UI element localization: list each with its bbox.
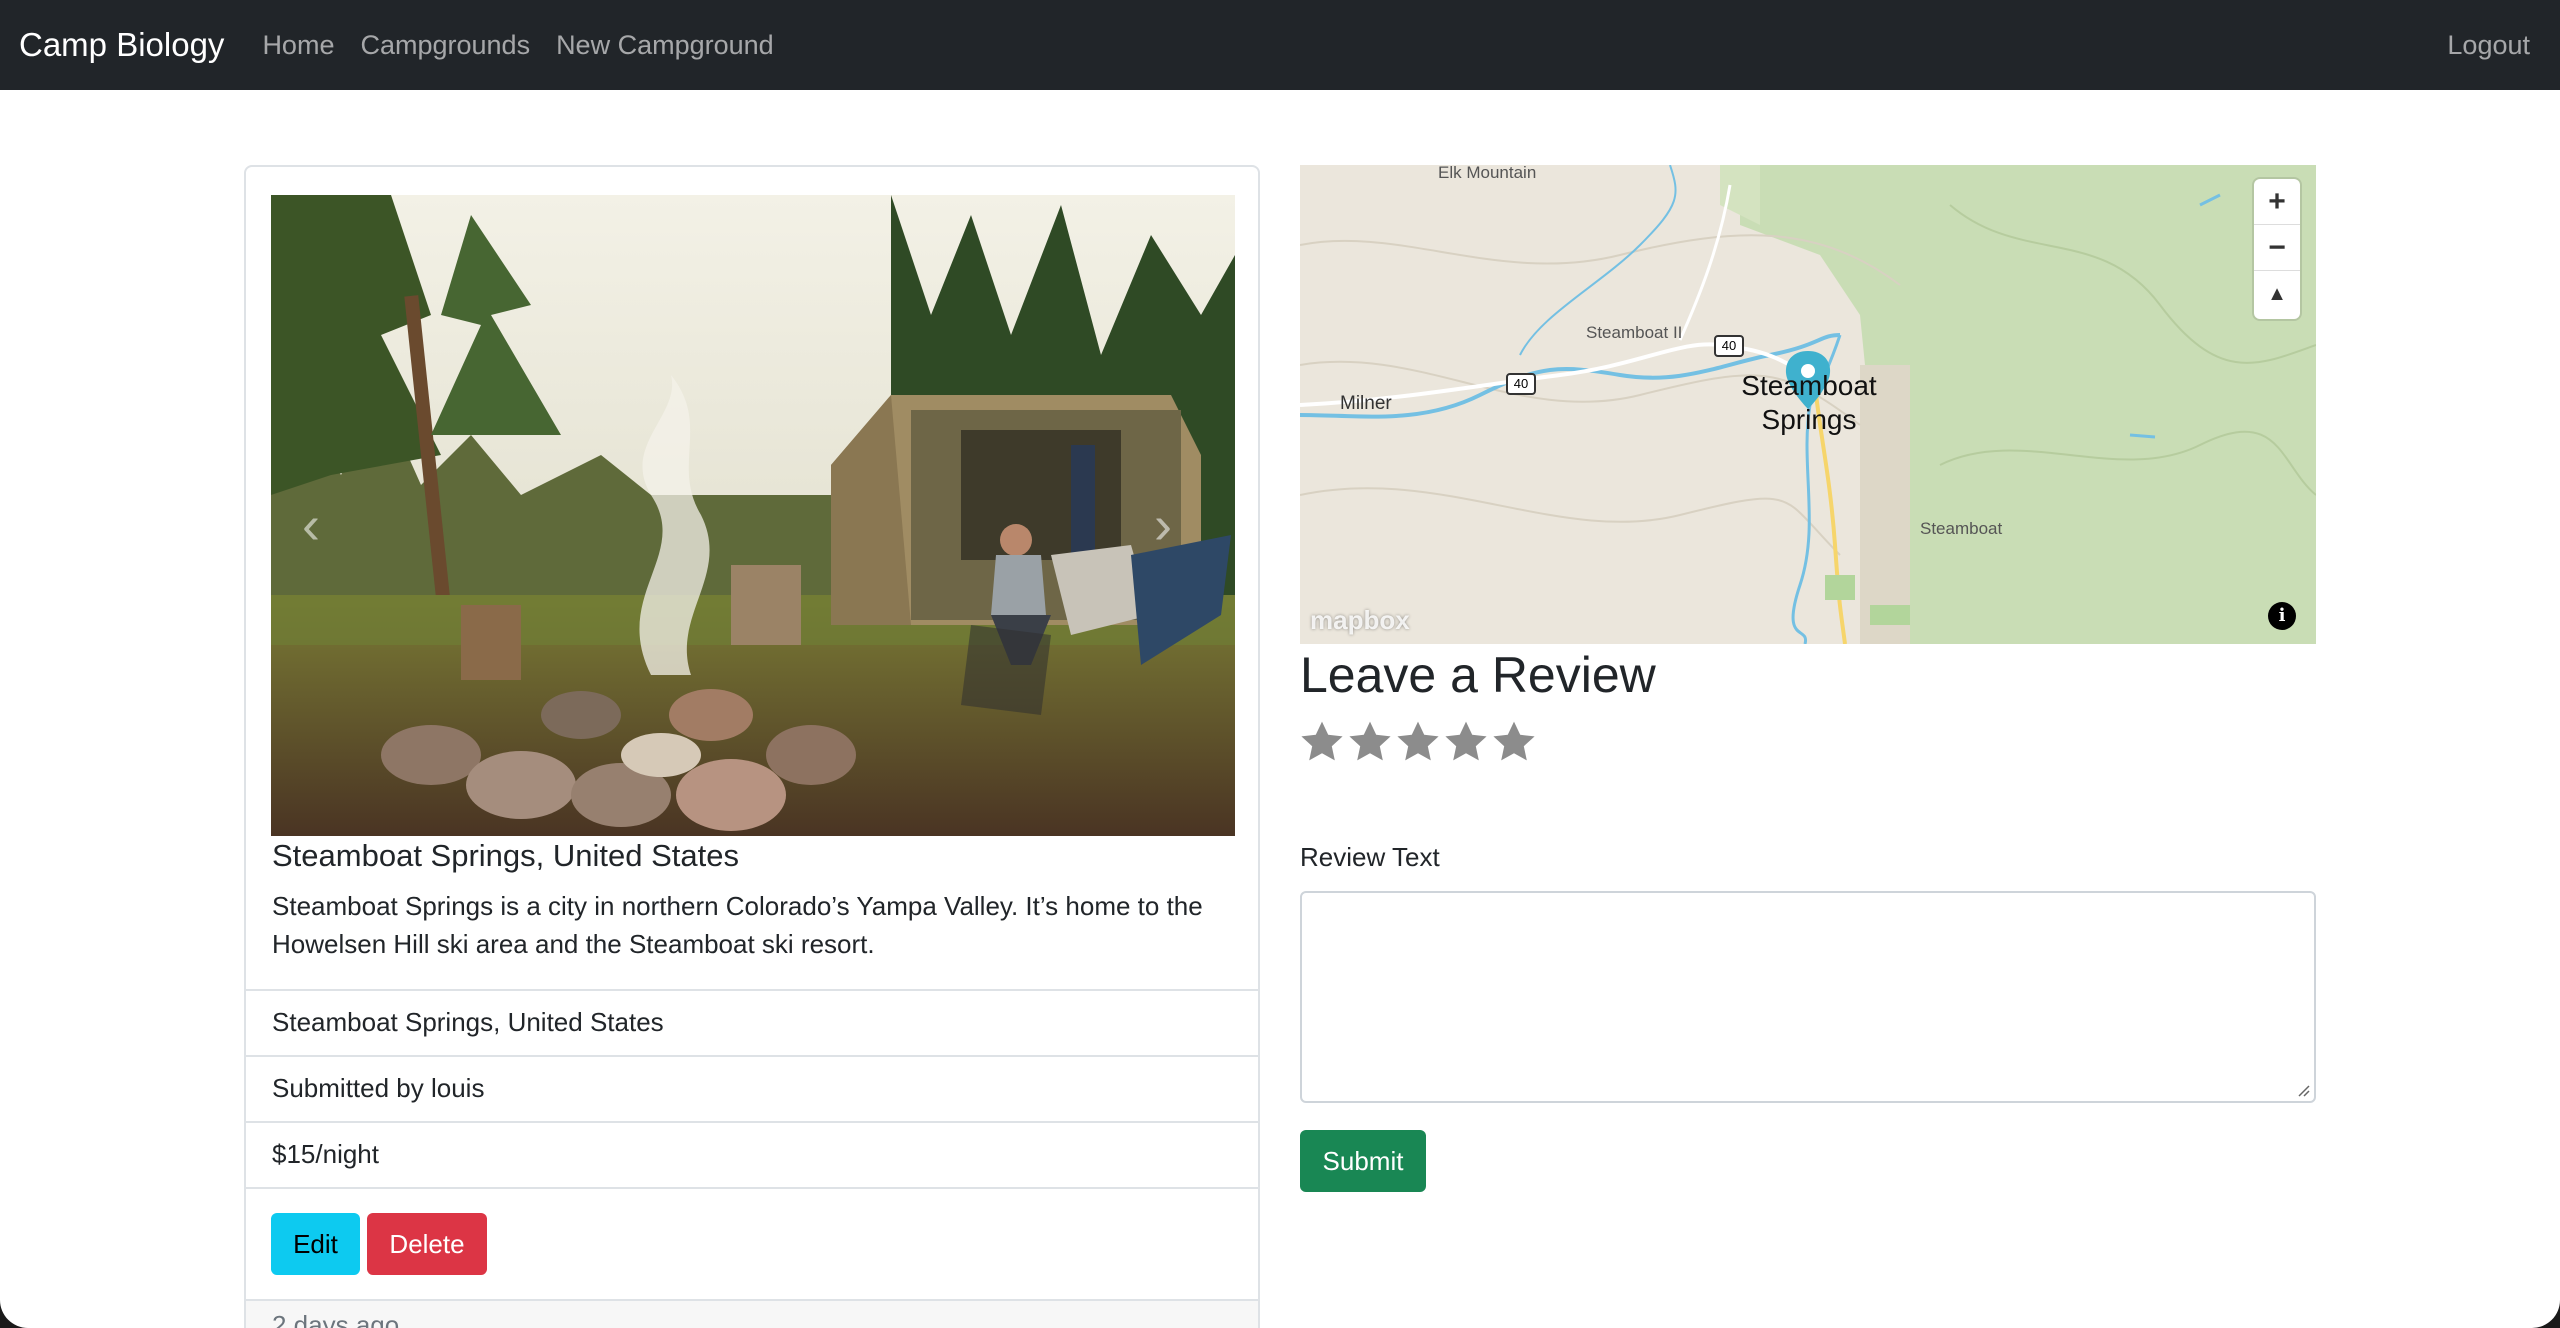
submit-button[interactable]: Submit — [1300, 1130, 1426, 1192]
info-icon[interactable]: i — [2268, 602, 2296, 630]
nav-home-link[interactable]: Home — [262, 30, 334, 61]
mapbox-logo[interactable]: mapbox — [1310, 605, 1410, 636]
map-label-elk-mountain: Elk Mountain — [1438, 165, 1537, 182]
resize-grip-icon[interactable] — [2296, 1083, 2310, 1097]
campground-title: Steamboat Springs, United States — [272, 838, 739, 873]
map-label-steamboat: Steamboat — [1920, 519, 2003, 538]
carousel-prev-button[interactable]: ‹ — [291, 495, 331, 555]
campground-photo — [271, 195, 1235, 836]
map-city-label: Steamboat Springs — [1736, 369, 1882, 437]
zoom-in-button[interactable]: + — [2254, 179, 2300, 225]
card-footer: 2 days ago — [246, 1299, 1258, 1328]
campground-author: Submitted by louis — [246, 1055, 1258, 1121]
brand-link[interactable]: Camp Biology — [19, 26, 224, 64]
star-icon[interactable] — [1298, 718, 1346, 766]
map-label-steamboat-ii: Steamboat II — [1586, 323, 1683, 342]
zoom-out-button[interactable]: − — [2254, 225, 2300, 271]
nav-campgrounds-link[interactable]: Campgrounds — [360, 30, 530, 61]
review-text-label: Review Text — [1300, 842, 1440, 872]
map-city-line-1: Steamboat — [1741, 370, 1877, 401]
star-icon[interactable] — [1442, 718, 1490, 766]
map[interactable]: Elk Mountain Steamboat II Milner Steambo… — [1300, 165, 2316, 644]
carousel-next-button[interactable]: › — [1143, 495, 1183, 555]
edit-button[interactable]: Edit — [271, 1213, 360, 1275]
compass-icon[interactable]: ▲ — [2254, 271, 2300, 317]
nav-new-campground-link[interactable]: New Campground — [556, 30, 774, 61]
star-icon[interactable] — [1394, 718, 1442, 766]
highway-shield-icon: 40 — [1506, 373, 1536, 395]
image-carousel[interactable]: ‹ › — [271, 195, 1235, 836]
map-label-milner: Milner — [1340, 393, 1392, 414]
star-icon[interactable] — [1346, 718, 1394, 766]
campground-location: Steamboat Springs, United States — [246, 989, 1258, 1055]
campground-price: $15/night — [246, 1121, 1258, 1187]
map-city-line-2: Springs — [1761, 404, 1857, 435]
logout-link[interactable]: Logout — [2447, 30, 2530, 61]
highway-shield-icon: 40 — [1714, 335, 1744, 357]
star-icon[interactable] — [1490, 718, 1538, 766]
review-heading: Leave a Review — [1300, 647, 1656, 703]
campground-description: Steamboat Springs is a city in northern … — [272, 891, 1203, 959]
navbar: Camp Biology Home Campgrounds New Campgr… — [0, 0, 2560, 90]
page: Camp Biology Home Campgrounds New Campgr… — [0, 0, 2560, 1328]
delete-button[interactable]: Delete — [367, 1213, 487, 1275]
review-text-input[interactable] — [1300, 891, 2316, 1103]
star-rating[interactable] — [1298, 718, 1538, 766]
map-controls: + − ▲ — [2254, 179, 2300, 319]
card-actions — [246, 1187, 1258, 1189]
campground-card: ‹ › Steamboat Springs, United States Ste… — [244, 165, 1260, 1328]
